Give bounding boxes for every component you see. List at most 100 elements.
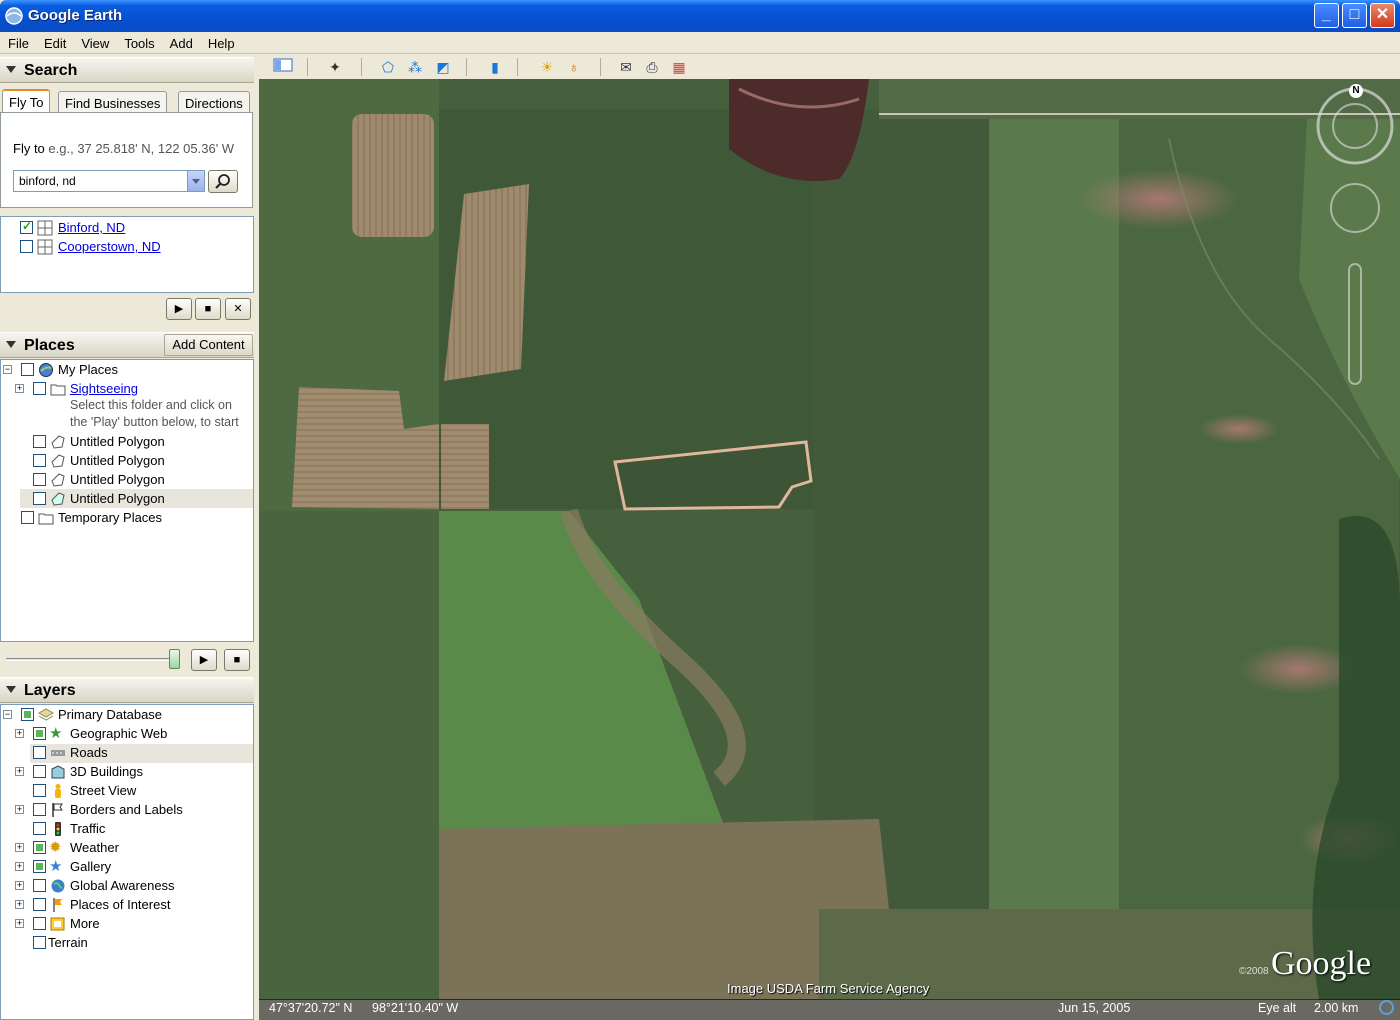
checkbox[interactable] xyxy=(20,240,33,253)
collapse-icon[interactable] xyxy=(6,66,16,73)
layer-label: Traffic xyxy=(70,821,106,836)
sky-planet-icon[interactable]: ♁ xyxy=(563,57,585,77)
toolbar-separator xyxy=(600,58,601,76)
menu-view[interactable]: View xyxy=(73,32,116,51)
checkbox[interactable] xyxy=(33,492,46,505)
checkbox[interactable] xyxy=(33,784,46,797)
collapse-icon[interactable] xyxy=(6,341,16,348)
print-icon[interactable]: ⎙ xyxy=(641,57,663,77)
stop-tour-button[interactable]: ■ xyxy=(224,649,250,671)
email-icon[interactable]: ✉ xyxy=(615,57,637,77)
google-maps-icon[interactable]: ▦ xyxy=(668,57,690,77)
compass-north[interactable]: N xyxy=(1349,84,1363,98)
tab-directions[interactable]: Directions xyxy=(178,91,250,113)
expand-toggle[interactable]: + xyxy=(15,729,24,738)
expand-toggle[interactable]: + xyxy=(15,919,24,928)
add-content-button[interactable]: Add Content xyxy=(164,334,253,356)
eye-alt-value: 2.00 km xyxy=(1314,1001,1359,1015)
checkbox[interactable] xyxy=(33,917,46,930)
layers-stack-icon xyxy=(38,708,54,721)
checkbox[interactable] xyxy=(33,841,46,854)
pegman-icon xyxy=(55,784,61,798)
collapse-icon[interactable] xyxy=(6,686,16,693)
expand-toggle[interactable]: + xyxy=(15,862,24,871)
expand-toggle[interactable]: + xyxy=(15,881,24,890)
sidebar: Search Fly To Find Businesses Directions… xyxy=(0,55,256,1020)
checkbox[interactable] xyxy=(33,454,46,467)
dropdown-icon[interactable] xyxy=(187,171,204,191)
search-input[interactable]: binford, nd xyxy=(13,170,205,192)
checkbox[interactable] xyxy=(21,708,34,721)
menu-tools[interactable]: Tools xyxy=(116,32,161,51)
polygon-label: Untitled Polygon xyxy=(70,453,165,468)
pan-control-icon xyxy=(1330,183,1380,233)
sightseeing-label[interactable]: Sightseeing xyxy=(70,381,138,396)
menu-file[interactable]: File xyxy=(0,32,36,51)
checkbox[interactable] xyxy=(21,363,34,376)
layers-header[interactable]: Layers xyxy=(0,677,254,703)
window-title: Google Earth xyxy=(28,7,123,24)
checkbox[interactable] xyxy=(33,382,46,395)
search-header[interactable]: Search xyxy=(0,57,254,83)
stop-button[interactable]: ■ xyxy=(195,298,221,320)
checkbox[interactable] xyxy=(33,746,46,759)
tour-slider-handle[interactable] xyxy=(169,649,180,669)
expand-toggle[interactable]: + xyxy=(15,805,24,814)
menu-help[interactable]: Help xyxy=(200,32,242,51)
checkbox[interactable] xyxy=(33,879,46,892)
overlay-tool-icon[interactable]: ◩ xyxy=(432,57,454,77)
places-header[interactable]: Places Add Content xyxy=(0,332,254,358)
tab-find-businesses[interactable]: Find Businesses xyxy=(58,91,168,113)
copyright: ©2008 xyxy=(1239,966,1269,977)
close-button[interactable]: ✕ xyxy=(1370,3,1395,28)
tour-slider-track[interactable] xyxy=(6,658,178,661)
search-button[interactable] xyxy=(208,170,238,193)
polygon-tool-icon[interactable]: ⬠ xyxy=(377,57,399,77)
path-tool-icon[interactable]: ⁂ xyxy=(404,57,426,77)
fly-to-hint: e.g., 37 25.818' N, 122 05.36' W xyxy=(48,141,235,156)
collapse-toggle[interactable]: − xyxy=(3,710,12,719)
globe-icon xyxy=(51,879,65,893)
polygon-label: Untitled Polygon xyxy=(70,491,165,506)
checkbox[interactable] xyxy=(21,511,34,524)
expand-toggle[interactable]: + xyxy=(15,384,24,393)
checkbox[interactable] xyxy=(33,765,46,778)
ruler-icon[interactable]: ▮ xyxy=(484,57,506,77)
places-title: Places xyxy=(24,337,75,354)
expand-toggle[interactable]: + xyxy=(15,767,24,776)
sidebar-toggle-icon[interactable] xyxy=(272,57,294,77)
play-button[interactable]: ▶ xyxy=(166,298,192,320)
checkbox[interactable] xyxy=(33,473,46,486)
fly-to-label: Fly to e.g., 37 25.818' N, 122 05.36' W xyxy=(13,141,235,156)
checkbox[interactable] xyxy=(33,727,46,740)
clear-button[interactable]: ✕ xyxy=(225,298,251,320)
result-label[interactable]: Binford, ND xyxy=(58,220,125,235)
menu-edit[interactable]: Edit xyxy=(36,32,73,51)
expand-toggle[interactable]: + xyxy=(15,843,24,852)
menu-add[interactable]: Add xyxy=(162,32,200,51)
google-earth-icon xyxy=(5,7,23,25)
poi-flag-icon xyxy=(53,898,62,912)
checkbox[interactable] xyxy=(20,219,33,234)
maximize-button[interactable]: □ xyxy=(1342,3,1367,28)
checkbox[interactable] xyxy=(33,435,46,448)
play-tour-button[interactable]: ▶ xyxy=(191,649,217,671)
minimize-button[interactable]: _ xyxy=(1314,3,1339,28)
collapse-toggle[interactable]: − xyxy=(3,365,12,374)
compass-ring-icon xyxy=(1316,87,1394,165)
checkbox[interactable] xyxy=(33,822,46,835)
google-logo: Google xyxy=(1271,945,1372,982)
map-view[interactable]: N Image USDA Farm Service Agency ©2008 G… xyxy=(259,79,1400,1000)
expand-toggle[interactable]: + xyxy=(15,900,24,909)
result-label[interactable]: Cooperstown, ND xyxy=(58,239,161,254)
navigation-controls[interactable] xyxy=(1309,84,1399,404)
checkbox[interactable] xyxy=(33,803,46,816)
polygon-icon xyxy=(51,492,65,506)
tab-fly-to[interactable]: Fly To xyxy=(2,89,51,114)
checkbox[interactable] xyxy=(33,936,46,949)
checkbox[interactable] xyxy=(33,860,46,873)
layer-label: 3D Buildings xyxy=(70,764,143,779)
placemark-icon[interactable]: ✦ xyxy=(324,57,346,77)
sunlight-icon[interactable]: ☀ xyxy=(536,57,558,77)
checkbox[interactable] xyxy=(33,898,46,911)
